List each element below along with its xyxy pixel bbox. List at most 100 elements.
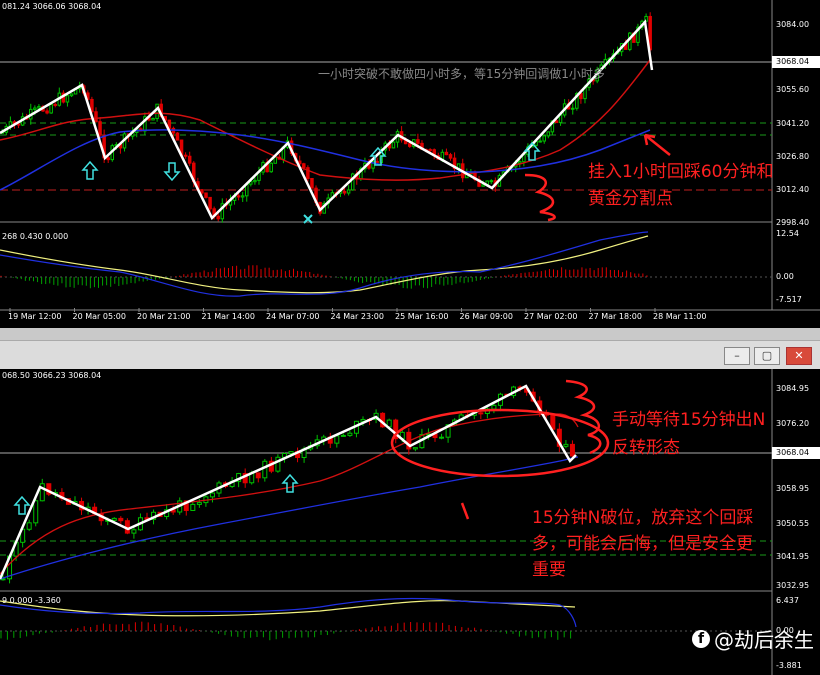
candle-body [262,460,268,479]
minimize-button[interactable]: – [724,347,750,365]
time-label: 28 Mar 11:00 [653,312,707,321]
red-note-line-3: 15分钟N破位，放弃这个回踩 [532,508,754,528]
candle-body [448,154,453,159]
candle-body [416,139,420,144]
ma-blue-line [0,129,651,191]
up-arrow-icon [13,495,31,515]
time-label: 25 Mar 16:00 [395,312,449,321]
candle-body [375,160,379,164]
osc-tick: 6.437 [776,596,799,605]
maximize-button[interactable]: ▢ [754,347,780,365]
osc-blue-line [0,231,649,297]
candle-body [391,141,396,149]
candle-body [569,443,575,457]
time-label: 20 Mar 05:00 [72,312,126,321]
candle-body [151,118,155,121]
watermark-text: @劫后余生 [714,628,814,652]
close-button[interactable]: ✕ [786,347,812,365]
candle-body [542,135,546,142]
price-tick: 3084.00 [776,20,810,29]
price-tick: 3012.40 [776,185,810,194]
price-tick: 3050.55 [776,519,810,528]
candle-body [175,132,180,141]
candle-body [196,502,202,505]
candle-body [204,192,208,198]
time-label: 24 Mar 23:00 [330,312,384,321]
chart-window-1h[interactable]: 081.24 3066.06 3068.04 268 0.430 0.000 3… [0,0,820,328]
price-tick: 3032.95 [776,581,810,590]
candle-body [49,103,53,114]
up-arrow-icon [81,160,99,180]
candle-body [412,447,418,450]
time-label: 19 Mar 12:00 [8,312,62,321]
candle-body [481,184,485,187]
ma-red-line [0,413,579,575]
candle-body [131,529,137,534]
candle-body [491,404,497,410]
candle-body [33,500,39,524]
candle-body [253,179,257,183]
candle-body [236,195,241,198]
red-note-line-4: 多，可能会后悔，但是安全更 [532,534,753,554]
candle-body [347,432,353,436]
current-price-label: 3068.04 [776,448,810,457]
osc-tick: 0.00 [776,272,794,281]
candle-body [408,143,412,147]
red-note-line-1: 手动等待15分钟出N [612,410,766,430]
candle-body [439,436,445,439]
current-price-label: 3068.04 [776,57,810,66]
price-tick: 3058.95 [776,484,810,493]
candle-body [334,435,340,444]
osc-yellow-line [0,235,649,294]
candle-body [288,451,294,454]
candle-body [342,190,347,194]
indicator-readout: 268 0.430 0.000 [2,232,69,241]
candle-body [554,120,559,124]
red-note-line-5: 重要 [532,560,566,580]
up-arrow-icon [281,473,299,493]
candle-body [428,149,432,152]
price-tick: 3055.60 [776,85,810,94]
gray-note: 一小时突破不敢做四小时多，等15分钟回调做1小时多 [318,67,605,81]
window-titlebar[interactable]: – ▢ ✕ [0,340,820,370]
price-tick: 3076.20 [776,419,810,428]
osc-tick: -3.881 [776,661,802,670]
candle-body [208,196,212,210]
candle-body [65,95,70,103]
red-arrow-annotation [643,133,671,156]
price-tick: 3026.80 [776,152,810,161]
osc-tick: -7.517 [776,295,802,304]
red-squiggle-annotation [524,173,556,222]
candle-body [478,412,484,415]
price-tick: 3084.95 [776,384,810,393]
candle-body [94,111,98,123]
candle-body [118,517,124,522]
candle-body [26,522,32,530]
indicator-readout: 9 0.000 -3.360 [2,596,61,605]
candle-body [518,161,522,164]
candle-body [310,178,314,189]
candle-body [538,140,542,143]
zigzag-line [0,19,654,221]
candle-body [200,189,204,194]
candle-body [106,157,110,161]
candle-body [546,131,551,137]
red-note-line-1: 挂入1小时回踩60分钟和 [588,162,774,182]
red-tick-annotation [460,502,470,520]
candle-body [216,215,220,220]
candle-body [302,163,306,169]
candle-body [563,443,569,447]
candle-body [45,110,49,114]
time-label: 21 Mar 14:00 [201,312,255,321]
candle-body [69,93,74,97]
ohlc-readout: 081.24 3066.06 3068.04 [2,2,102,11]
candle-body [340,434,346,437]
candle-body [269,162,273,173]
candle-body [53,103,57,106]
candle-body [98,121,102,136]
candle-body [187,155,192,164]
red-note-line-2: 反转形态 [612,438,680,458]
candle-body [16,123,21,126]
candle-body [37,106,41,109]
price-tick: 3041.95 [776,552,810,561]
